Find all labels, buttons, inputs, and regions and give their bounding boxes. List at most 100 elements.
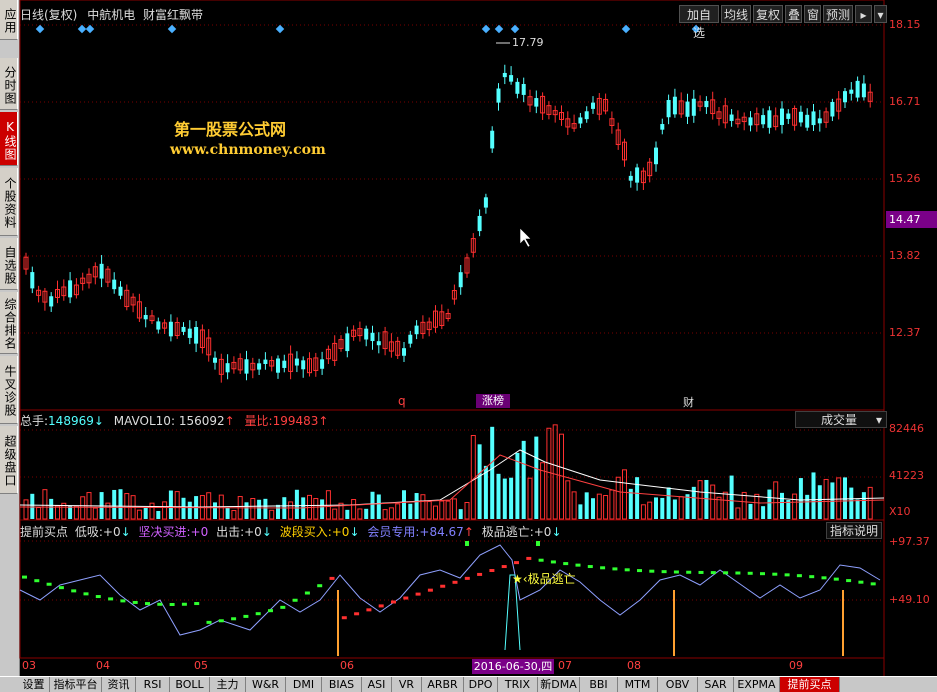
overlay-button[interactable]: 叠 (785, 5, 802, 23)
ribbon-segment (538, 558, 544, 562)
ribbon-segment (661, 570, 667, 574)
bottom-tab[interactable]: EXPMA (734, 677, 780, 692)
volume-bar-up (867, 486, 873, 520)
volume-bar-up (313, 498, 319, 520)
candle-down (181, 326, 186, 332)
volume-bar-up (722, 491, 728, 520)
signal-diamond-icon (621, 24, 631, 34)
ribbon-segment (686, 570, 692, 574)
ma-button[interactable]: 均线 (721, 5, 751, 23)
volume-bar-down (704, 479, 709, 519)
bottom-tab[interactable]: BOLL (170, 677, 210, 692)
event-marker-cai[interactable]: 财 (683, 394, 694, 410)
indicator-item-label: 出击: (216, 525, 245, 539)
candle-down (294, 358, 299, 366)
bottom-tab[interactable]: W&R (246, 677, 286, 692)
ribbon-segment (218, 619, 224, 623)
ribbon-segment (231, 617, 237, 621)
volume-bar-up (445, 500, 451, 520)
volume-bar-up (433, 505, 438, 520)
add-watchlist-button[interactable]: 加自选 (679, 5, 719, 40)
kline-chart[interactable] (0, 0, 937, 676)
bottom-tab[interactable]: TRIX (498, 677, 538, 692)
ribbon-segment (194, 602, 200, 606)
volume-bar-up (836, 477, 842, 520)
volume-bar-up (565, 480, 571, 520)
volume-bar-down (496, 473, 501, 519)
event-marker-zhangbang[interactable]: 涨榜 (476, 394, 510, 408)
ribbon-segment (858, 580, 864, 584)
volume-bar-down (767, 489, 772, 519)
bottom-tab[interactable]: BIAS (322, 677, 362, 692)
ribbon-segment (46, 582, 52, 586)
ribbon-segment (464, 576, 470, 580)
ribbon-segment (132, 600, 138, 604)
volume-bar-down (257, 499, 262, 519)
buy-signal-marker (536, 541, 540, 546)
bottom-tab[interactable]: 设置 (18, 677, 50, 692)
volume-bar-up (174, 491, 180, 520)
ribbon-segment (600, 566, 606, 570)
volume-bar-up (710, 484, 716, 520)
candle-down (591, 102, 595, 109)
ribbon-segment (280, 605, 286, 609)
volume-bar-down (402, 490, 406, 519)
arrow-down-icon: ↓ (93, 414, 104, 428)
bottom-tab[interactable]: 新DMA (538, 677, 580, 692)
bottom-tab[interactable]: RSI (136, 677, 170, 692)
candle-down (477, 215, 482, 232)
window-button[interactable]: 窗 (804, 5, 821, 23)
volume-indicator-dropdown[interactable]: 成交量 ▾ (795, 411, 887, 428)
bottom-tab[interactable]: 资讯 (102, 677, 136, 692)
volume-bar-up (527, 477, 533, 520)
event-marker-q[interactable]: q (398, 394, 406, 408)
bottom-tab[interactable]: VR (392, 677, 422, 692)
bottom-tab[interactable]: SAR (698, 677, 734, 692)
expand-icon[interactable]: ▸ (855, 5, 872, 23)
volume-bar-up (773, 481, 779, 520)
bottom-tab[interactable]: MTM (618, 677, 658, 692)
adjust-button[interactable]: 复权 (753, 5, 783, 23)
candle-down (496, 88, 501, 103)
forecast-button[interactable]: 预测 (823, 5, 853, 23)
ribbon-segment (673, 570, 679, 574)
volume-bar-down (68, 505, 73, 519)
date-axis-month: 06 (340, 659, 354, 672)
dropdown-icon[interactable]: ▾ (874, 5, 887, 23)
volume-bar-up (149, 502, 155, 520)
ribbon-segment (366, 608, 372, 612)
volume-bar-down (685, 494, 690, 519)
candle-down (320, 359, 325, 369)
ribbon-segment (108, 597, 114, 601)
volume-bar-down (490, 426, 495, 519)
bottom-tab[interactable]: OBV (658, 677, 698, 692)
bottom-tab[interactable]: DMI (286, 677, 322, 692)
volume-bar-up (36, 507, 42, 520)
volume-header: 总手:148969↓ MAVOL10: 156092↑ 量比:199483↑ (20, 412, 328, 429)
volume-bar-down (477, 444, 482, 519)
bottom-tab[interactable]: 提前买点 (780, 677, 840, 692)
indicator-item-value: +84.67 (419, 525, 464, 539)
candle-down (68, 280, 73, 298)
ribbon-segment (415, 592, 421, 596)
volume-bar-up (451, 498, 457, 520)
volume-bar-up (678, 496, 684, 520)
stock-chart-window: 应用 分时图 K线图 个股资料 自选股 综合排名 牛叉诊股 超级盘口 日线(复权… (0, 0, 937, 692)
indicator-help-button[interactable]: 指标说明 (826, 522, 882, 539)
volume-ratio-value: 199483 (272, 414, 319, 428)
volume-bar-down (370, 491, 375, 519)
volume-bar-down (666, 487, 671, 519)
bottom-tab[interactable]: BBI (580, 677, 618, 692)
bottom-tab[interactable]: 主力 (210, 677, 246, 692)
ribbon-segment (501, 565, 507, 569)
bottom-tab[interactable]: DPO (464, 677, 498, 692)
candle-down (635, 167, 640, 183)
bottom-tab[interactable]: 指标平台 (50, 677, 102, 692)
bottom-tab[interactable]: ASI (362, 677, 392, 692)
ribbon-segment (391, 600, 396, 604)
indicator-member-line (19, 544, 881, 636)
ribbon-segment (71, 589, 77, 593)
candle-down (628, 175, 633, 181)
bottom-tab[interactable]: ARBR (422, 677, 464, 692)
candle-down (402, 348, 406, 356)
